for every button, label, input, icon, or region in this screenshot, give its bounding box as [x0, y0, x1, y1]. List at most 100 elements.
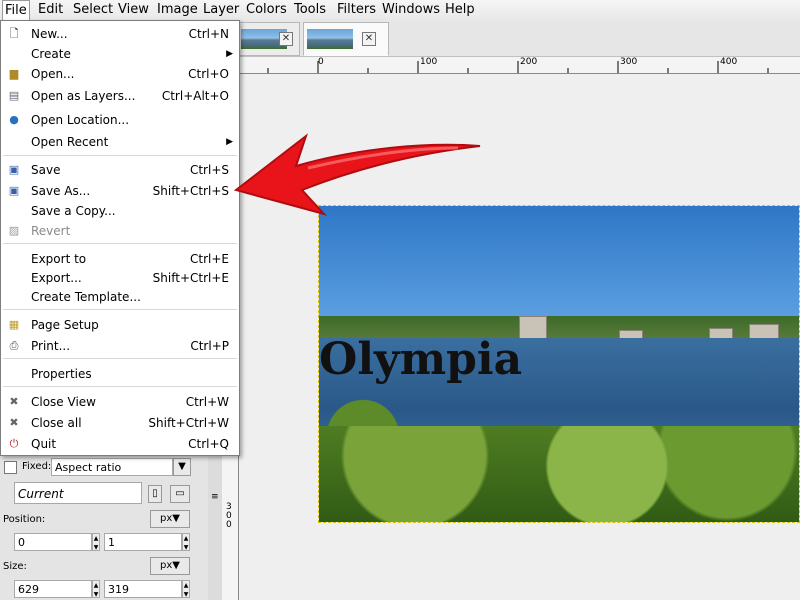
menu-item-label: Save a Copy... [31, 204, 116, 218]
menu-view[interactable]: View [116, 0, 151, 20]
menu-separator [3, 155, 237, 156]
menu-item-label: Create [31, 47, 71, 61]
menu-file[interactable]: File [2, 0, 30, 21]
menu-item-revert: ▨ Revert [1, 221, 239, 241]
menu-item-label: Open... [31, 67, 75, 81]
menu-item-shortcut: Ctrl+E [190, 252, 229, 266]
menu-item-label: Properties [31, 367, 92, 381]
position-unit-select[interactable]: px▼ [150, 510, 190, 528]
menu-item-label: Close View [31, 395, 96, 409]
menu-item-open-as-layers[interactable]: ▤ Open as Layers... Ctrl+Alt+O [1, 86, 239, 106]
menu-item-save[interactable]: ▣ Save Ctrl+S [1, 160, 239, 180]
size-height-input[interactable]: 319 [104, 580, 182, 598]
menu-item-new[interactable]: 🗋 New... Ctrl+N [1, 24, 239, 44]
menu-item-close-all[interactable]: ✖ Close all Shift+Ctrl+W [1, 413, 239, 433]
photo-building [519, 316, 547, 340]
spin-arrows-icon[interactable]: ▲ ▼ [92, 580, 100, 598]
menu-item-label: Print... [31, 339, 71, 353]
menu-item-label: Revert [31, 224, 71, 238]
save-icon: ▣ [8, 163, 20, 176]
spin-arrows-icon[interactable]: ▲ ▼ [92, 533, 100, 551]
menu-item-quit[interactable]: ⏻ Quit Ctrl+Q [1, 434, 239, 454]
menu-item-label: New... [31, 27, 68, 41]
menu-item-page-setup[interactable]: ▦ Page Setup [1, 315, 239, 335]
menu-layer[interactable]: Layer [201, 0, 241, 20]
spin-arrows-icon[interactable]: ▲ ▼ [182, 533, 190, 551]
menu-item-open[interactable]: ▆ Open... Ctrl+O [1, 64, 239, 84]
menubar: File Edit Select View Image Layer Colors… [0, 0, 800, 21]
menu-item-label: Close all [31, 416, 82, 430]
horizontal-ruler: 0 100 200 300 400 [238, 57, 800, 74]
menu-item-properties[interactable]: Properties [1, 364, 239, 384]
menu-item-shortcut: Ctrl+O [188, 67, 229, 81]
open-folder-icon: ▆ [9, 67, 19, 80]
close-tab-icon[interactable]: ✕ [362, 32, 376, 46]
menu-item-shortcut: Ctrl+Q [188, 437, 229, 451]
menu-select[interactable]: Select [71, 0, 115, 20]
menu-colors[interactable]: Colors [244, 0, 289, 20]
spin-arrows-icon[interactable]: ▲ ▼ [182, 580, 190, 598]
size-label: Size: [3, 561, 27, 572]
menu-item-shortcut: Shift+Ctrl+E [152, 271, 229, 285]
menu-tools[interactable]: Tools [292, 0, 328, 20]
revert-icon: ▨ [8, 224, 20, 237]
menu-item-shortcut: Shift+Ctrl+W [148, 416, 229, 430]
menu-item-save-a-copy[interactable]: Save a Copy... [1, 201, 239, 221]
menu-item-export[interactable]: Export... Shift+Ctrl+E [1, 268, 239, 288]
menu-item-close-view[interactable]: ✖ Close View Ctrl+W [1, 392, 239, 412]
handle-icon: ≡ [211, 492, 219, 502]
position-x-input[interactable]: 0 [14, 533, 92, 551]
position-label: Position: [3, 514, 46, 525]
menu-item-print[interactable]: ⎙ Print... Ctrl+P [1, 336, 239, 356]
menu-item-save-as[interactable]: ▣ Save As... Shift+Ctrl+S [1, 181, 239, 201]
image-tab[interactable]: ✕ [238, 22, 300, 56]
menu-item-open-location[interactable]: ● Open Location... [1, 110, 239, 130]
menu-item-open-recent[interactable]: Open Recent ▶ [1, 132, 239, 152]
menu-item-shortcut: Ctrl+P [190, 339, 229, 353]
size-unit-select[interactable]: px▼ [150, 557, 190, 575]
menu-item-label: Export... [31, 271, 82, 285]
globe-icon: ● [9, 113, 19, 126]
menu-item-label: Page Setup [31, 318, 99, 332]
menu-edit[interactable]: Edit [36, 0, 65, 20]
menu-item-shortcut: Ctrl+S [189, 163, 229, 177]
aspect-current-field[interactable]: Current [14, 482, 142, 504]
chevron-down-icon[interactable]: ▼ [173, 458, 191, 476]
image-tabs: ✕ ✕ [238, 20, 800, 57]
menu-item-create[interactable]: Create ▶ [1, 44, 239, 64]
menu-item-create-template[interactable]: Create Template... [1, 287, 239, 307]
layers-icon: ▤ [8, 89, 20, 102]
portrait-icon[interactable]: ▯ [148, 485, 162, 503]
submenu-arrow-icon: ▶ [226, 49, 233, 59]
annotation-arrow [233, 133, 481, 216]
menu-help[interactable]: Help [443, 0, 477, 20]
image-tab-active[interactable]: ✕ [303, 22, 389, 56]
menu-separator [3, 358, 237, 359]
tool-options-dock: Fixed: Aspect ratio ▼ Current ▯ ▭ Positi… [0, 456, 209, 600]
menu-item-export-to[interactable]: Export to Ctrl+E [1, 249, 239, 269]
menu-image[interactable]: Image [155, 0, 200, 20]
file-menu: 🗋 New... Ctrl+N Create ▶ ▆ Open... Ctrl+… [0, 20, 240, 456]
menu-separator [3, 243, 237, 244]
menu-item-shortcut: Shift+Ctrl+S [152, 184, 229, 198]
menu-item-label: Quit [31, 437, 57, 451]
position-y-input[interactable]: 1 [104, 533, 182, 551]
image-canvas[interactable]: Olympia [318, 205, 800, 523]
menu-separator [3, 309, 237, 310]
canvas-text: Olympia [319, 334, 523, 385]
fixed-mode-select[interactable]: Aspect ratio [51, 458, 173, 476]
fixed-checkbox[interactable] [4, 461, 17, 474]
size-width-input[interactable]: 629 [14, 580, 92, 598]
menu-item-label: Create Template... [31, 290, 141, 304]
close-view-icon: ✖ [9, 395, 19, 408]
menu-filters[interactable]: Filters [335, 0, 378, 20]
landscape-icon[interactable]: ▭ [170, 485, 190, 503]
menu-item-label: Export to [31, 252, 87, 266]
print-icon: ⎙ [9, 339, 19, 352]
page-setup-icon: ▦ [8, 318, 20, 331]
menu-item-label: Open as Layers... [31, 89, 136, 103]
menu-windows[interactable]: Windows [380, 0, 442, 20]
close-tab-icon[interactable]: ✕ [279, 32, 293, 46]
dock-scrollbar[interactable]: ≡ [208, 456, 222, 600]
save-as-icon: ▣ [8, 184, 20, 197]
